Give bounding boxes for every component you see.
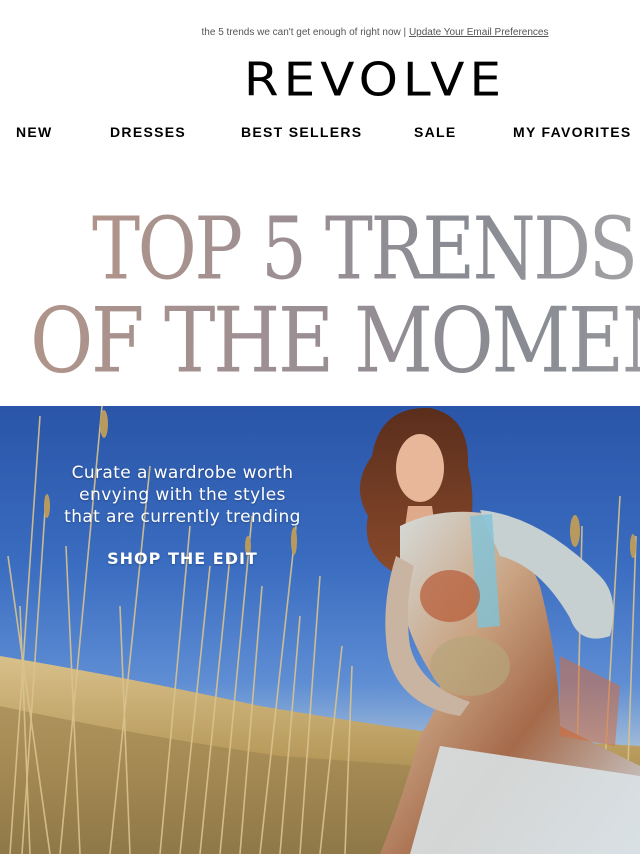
hero-banner[interactable]: Curate a wardrobe worth envying with the…	[0, 406, 640, 854]
hero-copy-line: that are currently trending	[64, 507, 301, 527]
nav-item-my-favorites[interactable]: MY FAVORITES	[513, 124, 632, 140]
headline-text-2: OF THE MOMENT	[30, 296, 640, 386]
main-nav: NEW DRESSES BEST SELLERS SALE MY FAVORIT…	[0, 124, 640, 144]
hero-copy: Curate a wardrobe worth envying with the…	[40, 462, 325, 528]
revolve-logo[interactable]: REVOLVE	[0, 54, 640, 106]
nav-item-dresses[interactable]: DRESSES	[110, 124, 186, 140]
nav-item-best-sellers[interactable]: BEST SELLERS	[241, 124, 362, 140]
hero-copy-line: envying with the styles	[79, 485, 286, 505]
headline-text-1: TOP 5 TRENDS	[92, 206, 638, 296]
preheader-text: the 5 trends we can't get enough of righ…	[201, 27, 409, 38]
hero-copy-line: Curate a wardrobe worth	[71, 463, 294, 483]
nav-item-sale[interactable]: SALE	[414, 124, 457, 140]
headline-line-2: OF THE MOMENT	[0, 296, 640, 392]
headline-line-1: TOP 5 TRENDS	[0, 206, 640, 296]
shop-the-edit-button[interactable]: SHOP THE EDIT	[40, 549, 325, 568]
nav-item-new[interactable]: NEW	[16, 124, 53, 140]
preheader: the 5 trends we can't get enough of righ…	[0, 27, 640, 41]
email-preferences-link[interactable]: Update Your Email Preferences	[409, 27, 549, 38]
